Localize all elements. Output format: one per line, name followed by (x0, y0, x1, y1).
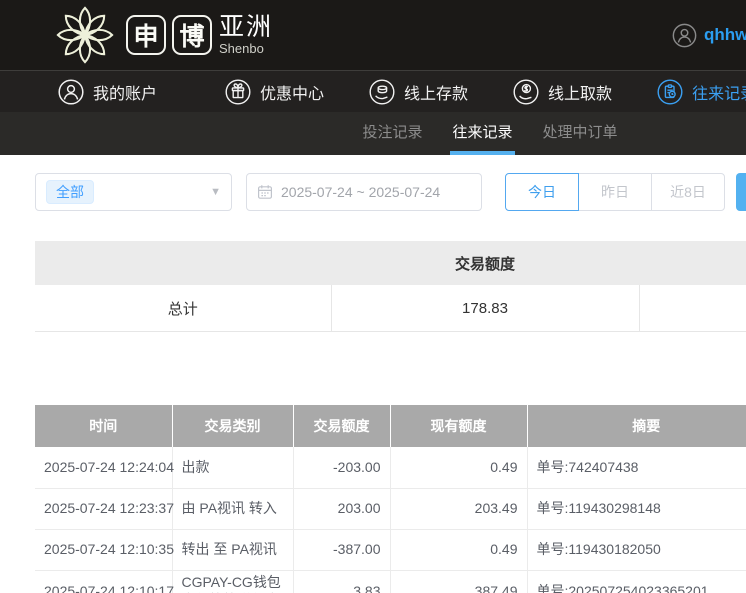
records-tab-bar: 投注记录 往来记录 处理中订单 (0, 112, 746, 155)
records-header-row: 时间 交易类别 交易额度 现有额度 摘要 (35, 405, 746, 447)
cell-type: CGPAY-CG钱包支付笔笔送优惠 (172, 570, 293, 593)
selected-type-tag[interactable]: 全部 (46, 180, 94, 205)
summary-empty-cell (639, 285, 746, 332)
nav-item-promotions[interactable]: 优惠中心 (225, 79, 324, 105)
browser-viewport: 申 博 亚洲 Shenbo qhhww (0, 0, 746, 593)
deposit-icon (369, 79, 395, 105)
cell-time: 2025-07-24 12:23:37 (35, 488, 172, 529)
logo-region-text: 亚洲 (219, 15, 273, 40)
summary-header-row: 交易额度 (35, 241, 746, 285)
summary-total-row: 总计 178.83 (35, 285, 746, 332)
table-row: 2025-07-24 12:23:37 由 PA视讯 转入 203.00 203… (35, 488, 746, 529)
summary-header-amount: 交易额度 (331, 241, 639, 285)
tab-pending-orders[interactable]: 处理中订单 (541, 112, 620, 155)
nav-item-withdraw[interactable]: 线上取款 (513, 79, 612, 105)
today-button[interactable]: 今日 (505, 173, 579, 211)
cell-memo: 单号:742407438 (527, 447, 746, 488)
cell-amount: 203.00 (293, 488, 390, 529)
cell-time: 2025-07-24 12:10:17 (35, 570, 172, 593)
cell-amount: -203.00 (293, 447, 390, 488)
table-row: 2025-07-24 12:24:04 出款 -203.00 0.49 单号:7… (35, 447, 746, 488)
logo-char-box: 申 (126, 15, 166, 55)
promo-icon (225, 79, 251, 105)
username-text[interactable]: qhhww (704, 25, 746, 45)
table-row: 2025-07-24 12:10:35 转出 至 PA视讯 -387.00 0.… (35, 529, 746, 570)
cell-type: 转出 至 PA视讯 (172, 529, 293, 570)
cell-type: 由 PA视讯 转入 (172, 488, 293, 529)
withdraw-icon (513, 79, 539, 105)
cell-balance: 203.49 (390, 488, 527, 529)
calendar-icon (257, 184, 273, 200)
flower-logo-icon (52, 4, 118, 66)
cell-amount: 3.83 (293, 570, 390, 593)
table-row: 2025-07-24 12:10:17 CGPAY-CG钱包支付笔笔送优惠 3.… (35, 570, 746, 593)
transaction-type-select[interactable]: 全部 ▼ (35, 173, 232, 211)
cell-memo: 单号:202507254023365201 (527, 570, 746, 593)
quick-date-button-group: 今日 昨日 近8日 (505, 173, 725, 211)
nav-item-deposit[interactable]: 线上存款 (369, 79, 468, 105)
nav-item-label: 线上取款 (548, 80, 612, 104)
user-account-area[interactable]: qhhww (672, 0, 746, 70)
nav-item-label: 优惠中心 (260, 80, 324, 104)
nav-item-transaction-records[interactable]: 往来记录 (657, 79, 746, 105)
cell-balance: 387.49 (390, 570, 527, 593)
last-8-days-button[interactable]: 近8日 (651, 173, 725, 211)
cell-time: 2025-07-24 12:24:04 (35, 447, 172, 488)
tab-bet-records[interactable]: 投注记录 (360, 112, 424, 155)
search-button[interactable] (736, 173, 746, 211)
user-avatar-icon (672, 23, 697, 48)
cell-type: 出款 (172, 447, 293, 488)
summary-table: 交易额度 总计 178.83 (35, 241, 746, 332)
tab-transaction-records[interactable]: 往来记录 (450, 112, 514, 155)
nav-item-label: 我的账户 (93, 80, 157, 104)
date-range-value: 2025-07-24 ~ 2025-07-24 (281, 184, 440, 200)
summary-header-empty (639, 241, 746, 285)
site-logo[interactable]: 申 博 亚洲 Shenbo (52, 4, 273, 66)
col-header-amount: 交易额度 (293, 405, 390, 447)
filter-toolbar: 全部 ▼ 2025-07-24 ~ 2025-07-24 今日 昨日 近8日 (35, 173, 746, 211)
nav-item-label: 往来记录 (692, 80, 746, 104)
main-navigation: 我的账户 优惠中心 (0, 70, 746, 112)
date-range-picker[interactable]: 2025-07-24 ~ 2025-07-24 (246, 173, 482, 211)
col-header-time: 时间 (35, 405, 172, 447)
cell-memo: 单号:119430182050 (527, 529, 746, 570)
logo-subtitle-text: Shenbo (219, 42, 273, 55)
summary-total-value: 178.83 (331, 285, 639, 332)
cell-balance: 0.49 (390, 447, 527, 488)
col-header-balance: 现有额度 (390, 405, 527, 447)
nav-item-my-account[interactable]: 我的账户 (58, 79, 157, 105)
summary-header-empty (35, 241, 331, 285)
yesterday-button[interactable]: 昨日 (578, 173, 652, 211)
col-header-memo: 摘要 (527, 405, 746, 447)
cell-balance: 0.49 (390, 529, 527, 570)
cell-amount: -387.00 (293, 529, 390, 570)
cell-memo: 单号:119430298148 (527, 488, 746, 529)
summary-total-label: 总计 (35, 285, 331, 332)
cell-time: 2025-07-24 12:10:35 (35, 529, 172, 570)
records-table: 时间 交易类别 交易额度 现有额度 摘要 2025-07-24 12:24:04… (35, 405, 746, 593)
nav-item-label: 线上存款 (404, 80, 468, 104)
records-icon (657, 79, 683, 105)
logo-char-box: 博 (172, 15, 212, 55)
chevron-down-icon: ▼ (210, 186, 221, 198)
logo-boxed-text: 申 博 (126, 15, 212, 55)
site-header: 申 博 亚洲 Shenbo qhhww (0, 0, 746, 70)
account-icon (58, 79, 84, 105)
col-header-type: 交易类别 (172, 405, 293, 447)
